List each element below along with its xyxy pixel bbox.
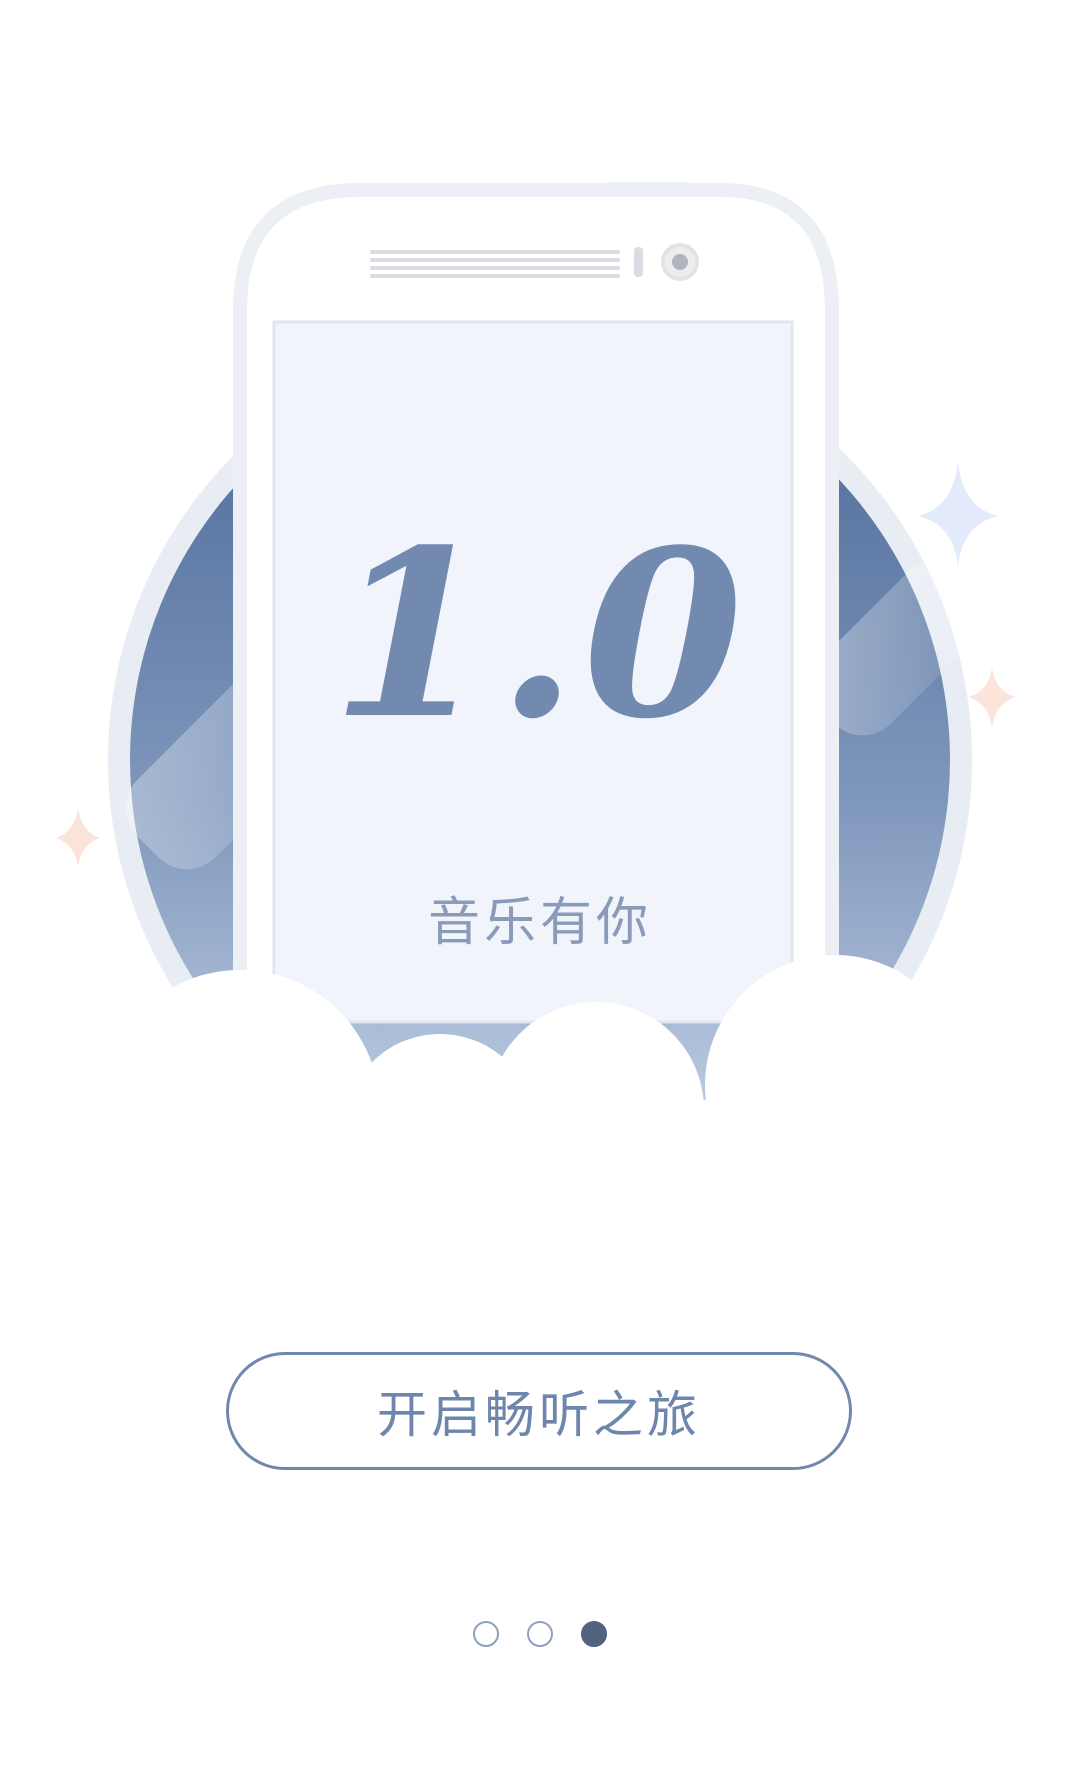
- sparkle-peach-left-icon: [56, 808, 100, 866]
- start-listening-button-label: 开启畅听之旅: [377, 1386, 701, 1444]
- sparkle-peach-icon: [968, 668, 1016, 728]
- page-indicator: [0, 1617, 1080, 1651]
- version-number: 1.0: [330, 500, 750, 770]
- page-dot-2[interactable]: [527, 1621, 553, 1647]
- page-dot-1[interactable]: [473, 1621, 499, 1647]
- sparkle-blue-icon: [918, 462, 998, 566]
- welcome-illustration: 1.0 音乐有你: [0, 0, 1080, 1120]
- page-dot-3-active[interactable]: [581, 1621, 607, 1647]
- start-listening-button[interactable]: 开启畅听之旅: [226, 1352, 852, 1470]
- tagline: 音乐有你: [427, 893, 652, 953]
